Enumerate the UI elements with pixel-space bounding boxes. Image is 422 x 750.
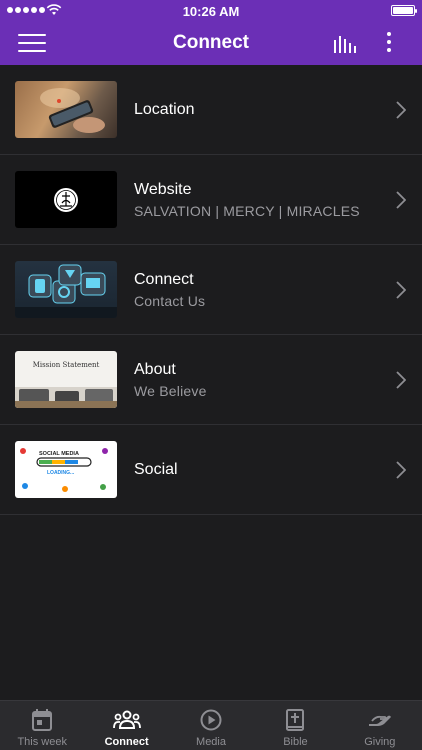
social-thumbnail: SOCIAL MEDIA LOADING... xyxy=(15,441,117,498)
item-subtitle: SALVATION | MERCY | MIRACLES xyxy=(134,203,360,219)
chevron-right-icon xyxy=(396,371,406,389)
more-options-icon[interactable] xyxy=(384,32,394,56)
list-item-website[interactable]: Website SALVATION | MERCY | MIRACLES xyxy=(0,155,422,245)
tab-label: Connect xyxy=(104,736,149,748)
tab-this-week[interactable]: This week xyxy=(0,701,84,750)
list-item-about[interactable]: Mission Statement About We Believe xyxy=(0,335,422,425)
list-item-location[interactable]: Location xyxy=(0,65,422,155)
nav-bar: Connect xyxy=(0,22,422,65)
social-thumb-loading: LOADING... xyxy=(47,470,75,476)
item-label: Website xyxy=(134,181,192,198)
tab-media[interactable]: Media xyxy=(169,701,253,750)
status-bar: 10:26 AM xyxy=(0,0,422,22)
tab-label: Bible xyxy=(283,736,308,748)
about-thumb-text: Mission Statement xyxy=(33,361,100,369)
list-item-connect[interactable]: Connect Contact Us xyxy=(0,245,422,335)
cell-signal-icon xyxy=(7,7,45,13)
play-icon xyxy=(200,709,222,731)
page-title: Connect xyxy=(173,32,249,53)
battery-icon xyxy=(391,5,417,16)
item-label: Social xyxy=(134,461,178,478)
tab-giving[interactable]: Giving xyxy=(338,701,422,750)
tab-bar: This week Connect Media Bible Giving xyxy=(0,700,422,750)
wifi-icon xyxy=(46,4,62,15)
calendar-icon xyxy=(32,709,53,731)
equalizer-icon[interactable] xyxy=(333,35,357,53)
chevron-right-icon xyxy=(396,461,406,479)
giving-hand-icon xyxy=(368,715,391,726)
tab-bible[interactable]: Bible xyxy=(253,701,337,750)
tab-label: Media xyxy=(196,736,226,748)
item-label: About xyxy=(134,361,176,378)
tab-label: This week xyxy=(17,736,67,748)
item-subtitle: We Believe xyxy=(134,383,207,399)
tab-connect[interactable]: Connect xyxy=(84,701,168,750)
item-label: Connect xyxy=(134,271,194,288)
item-subtitle: Contact Us xyxy=(134,293,206,309)
list-item-social[interactable]: SOCIAL MEDIA LOADING... Social xyxy=(0,425,422,515)
chevron-right-icon xyxy=(396,101,406,119)
item-label: Location xyxy=(134,101,195,118)
website-thumbnail xyxy=(15,171,117,228)
location-thumbnail xyxy=(15,81,117,138)
people-icon xyxy=(112,710,141,729)
connect-thumbnail xyxy=(15,261,117,318)
social-thumb-text: SOCIAL MEDIA xyxy=(39,451,79,457)
chevron-right-icon xyxy=(396,191,406,209)
tab-label: Giving xyxy=(364,736,396,748)
about-thumbnail: Mission Statement xyxy=(15,351,117,408)
bible-icon xyxy=(286,709,305,731)
status-time: 10:26 AM xyxy=(182,3,240,19)
chevron-right-icon xyxy=(396,281,406,299)
connect-list: Location Website SALVATION | MERCY | MIR… xyxy=(0,65,422,515)
